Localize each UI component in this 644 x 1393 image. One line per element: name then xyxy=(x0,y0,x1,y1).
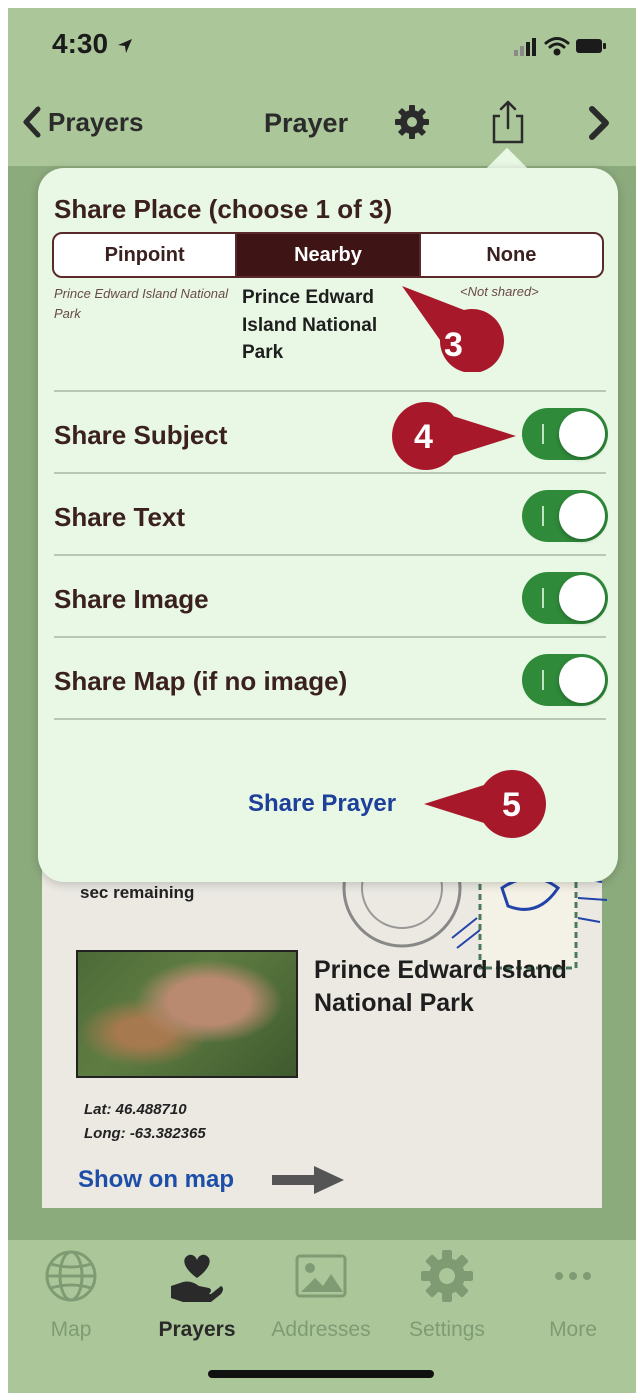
share-text-label: Share Text xyxy=(54,502,186,532)
more-icon xyxy=(555,1272,591,1280)
page-title: Prayer xyxy=(264,108,349,138)
image-icon xyxy=(295,1254,347,1298)
share-place-title: Share Place (choose 1 of 3) xyxy=(54,194,393,224)
share-subject-toggle[interactable] xyxy=(522,408,608,460)
pinpoint-place-value: Prince Edward Island National Park xyxy=(54,286,229,322)
tab-addresses[interactable]: Addresses xyxy=(266,1240,376,1360)
status-time-text: 4:30 xyxy=(52,28,109,59)
cellular-signal-icon xyxy=(514,38,536,56)
back-button[interactable]: Prayers xyxy=(22,100,143,144)
status-icons xyxy=(514,37,606,56)
tab-label: Prayers xyxy=(158,1318,236,1341)
callout-number-4: 4 xyxy=(414,418,433,456)
segment-pinpoint[interactable]: Pinpoint xyxy=(54,234,235,276)
share-place-segmented-control: Pinpoint Nearby None xyxy=(52,232,604,278)
place-thumbnail xyxy=(76,950,298,1078)
show-on-map-link[interactable]: Show on map xyxy=(78,1166,234,1194)
tab-prayers[interactable]: Prayers xyxy=(142,1240,252,1360)
share-image-toggle[interactable] xyxy=(522,572,608,624)
callout-number-3: 3 xyxy=(444,326,463,364)
top-bar: 4:30 Prayers Prayer xyxy=(8,8,636,166)
place-name: Prince Edward Island National Park xyxy=(314,956,567,1017)
share-popover: Share Place (choose 1 of 3) Pinpoint Nea… xyxy=(38,168,618,882)
tab-label: More xyxy=(549,1318,597,1341)
divider xyxy=(54,636,606,638)
latitude-text: Lat: 46.488710 xyxy=(84,1101,187,1118)
tab-label: Settings xyxy=(409,1318,485,1341)
nearby-place-value: Prince Edward Island National Park xyxy=(242,287,378,364)
heart-hand-icon xyxy=(171,1254,223,1302)
chevron-right-icon[interactable] xyxy=(584,106,614,140)
gear-icon xyxy=(421,1250,473,1302)
status-time: 4:30 xyxy=(52,28,134,60)
tab-label: Map xyxy=(50,1318,92,1341)
longitude-text: Long: -63.382365 xyxy=(84,1125,206,1142)
phone-screen: 4:30 Prayers Prayer sec remaining Prince… xyxy=(8,8,636,1393)
share-map-label: Share Map (if no image) xyxy=(54,666,348,696)
callout-pointer xyxy=(424,770,546,838)
segment-none[interactable]: None xyxy=(418,234,602,276)
coordinates: Lat: 46.488710 Long: -63.382365 xyxy=(84,1098,206,1146)
tab-label: Addresses xyxy=(271,1318,371,1341)
tab-more[interactable]: More xyxy=(518,1240,628,1360)
location-arrow-icon xyxy=(117,38,132,53)
chevron-left-icon xyxy=(23,106,41,138)
battery-icon xyxy=(576,39,606,53)
tab-map[interactable]: Map xyxy=(16,1240,126,1360)
share-icon[interactable] xyxy=(488,98,528,146)
segment-nearby[interactable]: Nearby xyxy=(235,234,419,276)
home-indicator[interactable] xyxy=(208,1370,434,1378)
callout-pointer xyxy=(392,402,516,470)
share-prayer-button[interactable]: Share Prayer xyxy=(248,790,396,818)
time-remaining-text: sec remaining xyxy=(80,883,195,902)
globe-icon xyxy=(45,1250,97,1302)
share-image-label: Share Image xyxy=(54,584,209,614)
divider xyxy=(54,554,606,556)
back-button-label: Prayers xyxy=(48,106,144,137)
divider xyxy=(54,718,606,720)
share-map-toggle[interactable] xyxy=(522,654,608,706)
divider xyxy=(54,390,606,392)
callout-number-5: 5 xyxy=(502,786,521,824)
wifi-icon xyxy=(544,37,570,56)
share-text-toggle[interactable] xyxy=(522,490,608,542)
divider xyxy=(54,472,606,474)
share-subject-label: Share Subject xyxy=(54,420,228,450)
arrow-right-icon xyxy=(272,1166,344,1194)
gear-icon[interactable] xyxy=(394,104,430,140)
tab-settings[interactable]: Settings xyxy=(392,1240,502,1360)
